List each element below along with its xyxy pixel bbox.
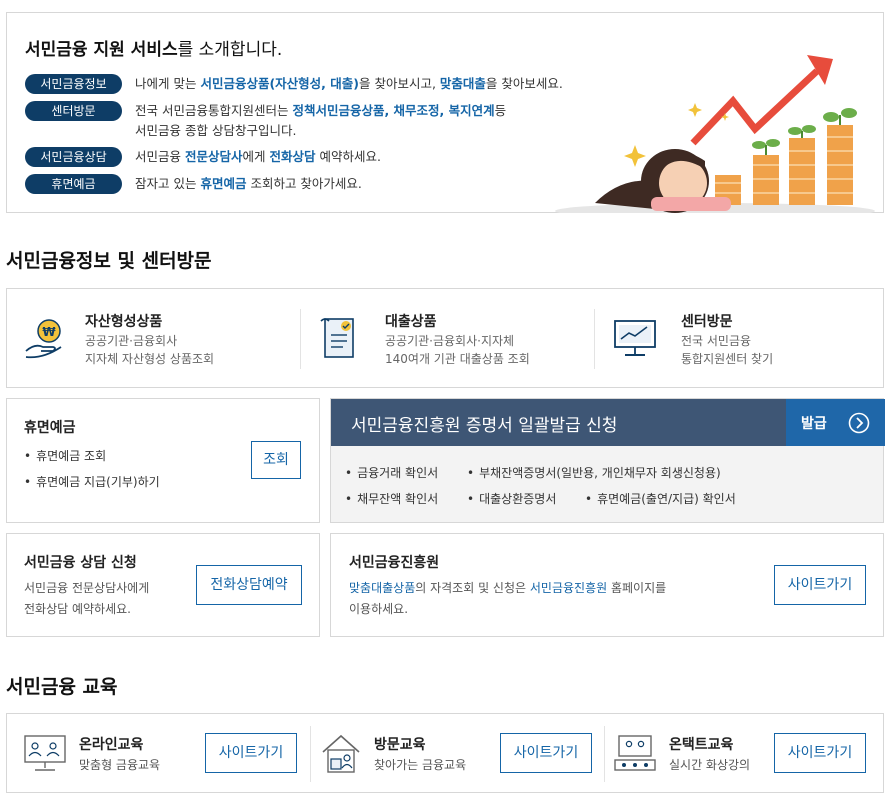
dormant-deposit-panel: 휴면예금 휴면예금 조회 휴면예금 지급(기부)하기 조회 — [6, 398, 320, 523]
edu-title-visit: 방문교육 — [374, 737, 426, 753]
intro-line-center-visit-2: 서민금융 종합 상담창구입니다. — [135, 123, 297, 138]
service-row: ₩ 자산형성상품 공공기관·금융회사 지자체 자산형성 상품조회 대출상품 공공… — [6, 288, 884, 388]
intro-text: 에게 — [242, 149, 270, 164]
cert-item[interactable]: 휴면예금(출연/지급) 확인서 — [585, 490, 736, 507]
coin-stacks-icon — [715, 125, 853, 205]
intro-text: 등 — [494, 103, 507, 118]
edu-ontact-site-button[interactable]: 사이트가기 — [774, 733, 866, 773]
edu-desc-visit: 찾아가는 금융교육 — [374, 758, 467, 772]
edu-desc-ontact: 실시간 화상강의 — [669, 758, 751, 772]
divider — [310, 726, 311, 782]
service-desc-2: 통합지원센터 찾기 — [681, 352, 774, 366]
svg-text:₩: ₩ — [42, 325, 56, 339]
dormant-item-inquiry[interactable]: 휴면예금 조회 — [24, 447, 106, 464]
highlight-text: 전문상담사 — [184, 149, 243, 164]
kinfa-desc-1: 맞춤대출상품의 자격조회 및 신청은 서민금융진흥원 홈페이지를 — [349, 581, 667, 595]
edu-desc-online: 맞춤형 금융교육 — [79, 758, 161, 772]
intro-text: 전국 서민금융통합지원센터는 — [135, 103, 293, 118]
online-class-icon — [24, 735, 66, 771]
consultation-panel: 서민금융 상담 신청 서민금융 전문상담사에게 전화상담 예약하세요. 전화상담… — [6, 533, 320, 637]
kinfa-title: 서민금융진흥원 — [349, 555, 440, 571]
intro-text: 잠자고 있는 — [135, 176, 201, 191]
intro-text: 을 찾아보세요. — [485, 76, 563, 91]
edu-online-site-button[interactable]: 사이트가기 — [205, 733, 297, 773]
intro-text: 서민금융 — [135, 149, 185, 164]
highlight-text: 정책서민금융상품, 채무조정, 복지연계 — [292, 103, 495, 118]
cert-item[interactable]: 부채잔액증명서(일반용, 개인채무자 회생신청용) — [467, 464, 721, 481]
phone-consultation-button[interactable]: 전화상담예약 — [196, 565, 302, 605]
service-asset-products[interactable]: ₩ 자산형성상품 공공기관·금융회사 지자체 자산형성 상품조회 — [7, 289, 299, 389]
certificate-header: 서민금융진흥원 증명서 일괄발급 신청 — [331, 399, 786, 446]
edu-title-ontact: 온택트교육 — [669, 737, 734, 753]
growth-illustration — [555, 55, 875, 213]
highlight-text: 맞춤대출 — [439, 76, 486, 91]
section-title-education: 서민금융 교육 — [6, 676, 118, 698]
kinfa-panel: 서민금융진흥원 맞춤대출상품의 자격조회 및 신청은 서민금융진흥원 홈페이지를… — [330, 533, 884, 637]
service-title: 자산형성상품 — [85, 314, 163, 330]
intro-line-center-visit: 전국 서민금융통합지원센터는 정책서민금융상품, 채무조정, 복지연계등 — [135, 101, 506, 121]
video-class-icon — [614, 735, 656, 771]
dormant-inquiry-button[interactable]: 조회 — [251, 441, 301, 479]
service-loan-products[interactable]: 대출상품 공공기관·금융회사·지자체 140여개 기관 대출상품 조회 — [301, 289, 593, 389]
service-desc-1: 공공기관·금융회사·지자체 — [385, 334, 515, 348]
intro-line-dormant: 잠자고 있는 휴면예금 조회하고 찾아가세요. — [135, 174, 362, 194]
edu-visit-site-button[interactable]: 사이트가기 — [500, 733, 592, 773]
highlight-text: 휴면예금 — [200, 176, 247, 191]
link-custom-loan[interactable]: 맞춤대출상품 — [349, 581, 415, 595]
intro-panel: 서민금융 지원 서비스를 소개합니다. 서민금융정보 나에게 맞는 서민금융상품… — [6, 12, 884, 213]
service-desc-1: 전국 서민금융 — [681, 334, 752, 348]
monitor-chart-icon — [614, 320, 656, 356]
intro-line-finance-info: 나에게 맞는 서민금융상품(자산형성, 대출)을 찾아보시고, 맞춤대출을 찾아… — [135, 74, 563, 94]
intro-title: 서민금융 지원 서비스를 소개합니다. — [25, 40, 283, 60]
intro-text: 을 찾아보시고, — [358, 76, 440, 91]
certificate-panel: 서민금융진흥원 증명서 일괄발급 신청 발급 금융거래 확인서 부채잔액증명서(… — [330, 398, 885, 523]
consultation-desc-1: 서민금융 전문상담사에게 — [24, 581, 150, 595]
link-kinfa[interactable]: 서민금융진흥원 — [530, 581, 607, 595]
dormant-item-payment[interactable]: 휴면예금 지급(기부)하기 — [24, 473, 160, 490]
intro-text: 나에게 맞는 — [135, 76, 201, 91]
tag-consultation: 서민금융상담 — [25, 147, 122, 167]
tag-finance-info: 서민금융정보 — [25, 74, 122, 94]
intro-line-consultation: 서민금융 전문상담사에게 전화상담 예약하세요. — [135, 147, 381, 167]
certificate-title: 서민금융진흥원 증명서 일괄발급 신청 — [351, 416, 618, 436]
dormant-title: 휴면예금 — [24, 420, 76, 436]
intro-text: 예약하세요. — [315, 149, 381, 164]
education-row: 온라인교육 맞춤형 금융교육 사이트가기 방문교육 찾아가는 금융교육 사이트가… — [6, 713, 884, 793]
highlight-text: 전화상담 — [269, 149, 316, 164]
issue-button[interactable]: 발급 — [786, 399, 885, 446]
service-title: 대출상품 — [385, 314, 437, 330]
section-title-finance-info: 서민금융정보 및 센터방문 — [6, 250, 212, 272]
cert-item[interactable]: 금융거래 확인서 — [345, 464, 438, 481]
kinfa-site-button[interactable]: 사이트가기 — [774, 565, 866, 605]
service-title: 센터방문 — [681, 314, 733, 330]
house-visit-icon — [322, 734, 360, 773]
consultation-desc-2: 전화상담 예약하세요. — [24, 602, 131, 616]
intro-text: 조회하고 찾아가세요. — [246, 176, 362, 191]
chevron-right-circle-icon — [848, 412, 870, 434]
highlight-text: 서민금융상품(자산형성, 대출) — [200, 76, 359, 91]
coin-hand-icon: ₩ — [25, 319, 62, 359]
tag-center-visit: 센터방문 — [25, 101, 122, 121]
consultation-title: 서민금융 상담 신청 — [24, 555, 137, 571]
service-center-visit[interactable]: 센터방문 전국 서민금융 통합지원센터 찾기 — [595, 289, 883, 389]
service-desc-2: 140여개 기관 대출상품 조회 — [385, 352, 530, 366]
edu-title-online: 온라인교육 — [79, 737, 144, 753]
issue-label: 발급 — [801, 416, 827, 432]
document-icon — [320, 318, 354, 358]
tag-dormant-deposit: 휴면예금 — [25, 174, 122, 194]
kinfa-desc-2: 이용하세요. — [349, 602, 409, 616]
service-desc-2: 지자체 자산형성 상품조회 — [85, 352, 215, 366]
service-desc-1: 공공기관·금융회사 — [85, 334, 178, 348]
cert-item[interactable]: 대출상환증명서 — [467, 490, 556, 507]
divider — [604, 726, 605, 782]
cert-item[interactable]: 채무잔액 확인서 — [345, 490, 438, 507]
